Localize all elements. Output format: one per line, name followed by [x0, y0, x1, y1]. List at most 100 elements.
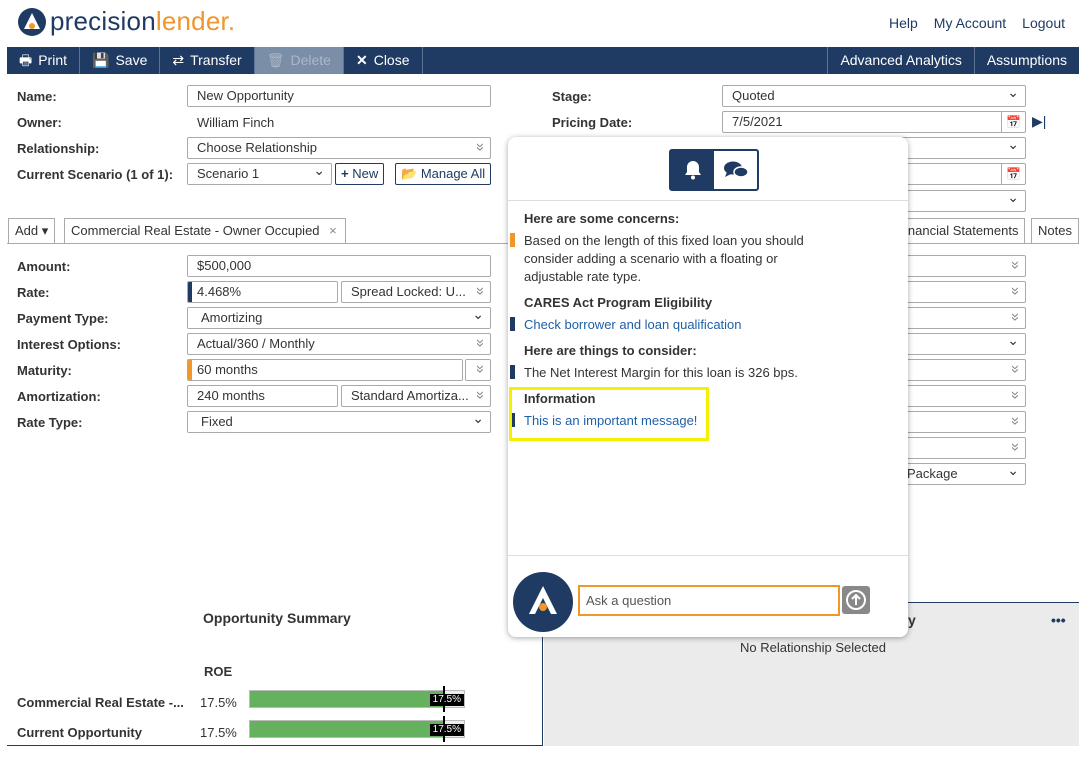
print-button[interactable]: 🖶 Print: [7, 47, 81, 74]
main-toolbar: 🖶 Print 💾 Save ⇄ Transfer 🗑 Delete ✕ Close Ad…: [7, 47, 1079, 74]
caret-down-icon: ▾: [41, 223, 49, 238]
plus-icon: +: [341, 166, 349, 181]
concerns-title: Here are some concerns:: [524, 211, 680, 226]
top-links: Help My Account Logout: [889, 15, 1065, 31]
save-button[interactable]: 💾 Save: [80, 47, 161, 74]
right-select-2[interactable]: [900, 190, 1026, 212]
manage-all-button[interactable]: 📂 Manage All: [395, 163, 492, 185]
right-loan-field-1[interactable]: [900, 255, 1026, 277]
payment-type-select[interactable]: Amortizing: [187, 307, 491, 329]
concern-message: Based on the length of this fixed loan y…: [524, 233, 804, 284]
concern-indicator: [510, 233, 515, 247]
tab-notifications[interactable]: [671, 151, 714, 189]
spread-select[interactable]: Spread Locked: U...: [341, 281, 491, 303]
amortization-type-select[interactable]: Standard Amortiza...: [341, 385, 491, 407]
bell-icon: [684, 161, 701, 180]
delete-button[interactable]: 🗑 Delete: [254, 47, 344, 74]
close-tab-icon[interactable]: ×: [329, 223, 337, 238]
arrow-up-icon: [846, 590, 866, 610]
maturity-field[interactable]: 60 months: [187, 359, 463, 381]
calendar-icon[interactable]: 📅: [1001, 112, 1025, 132]
right-loan-field-5[interactable]: [900, 359, 1026, 381]
scenario-select[interactable]: Scenario 1: [187, 163, 332, 185]
right-loan-field-6[interactable]: [900, 385, 1026, 407]
amount-field[interactable]: $500,000: [187, 255, 491, 277]
amortization-label: Amortization:: [17, 389, 101, 404]
cares-indicator: [510, 317, 515, 331]
right-loan-field-8[interactable]: [900, 437, 1026, 459]
transfer-icon: ⇄: [172, 52, 185, 68]
owner-value: William Finch: [197, 115, 275, 130]
cares-title: CARES Act Program Eligibility: [524, 295, 713, 310]
interest-options-select[interactable]: Actual/360 / Monthly: [187, 333, 491, 355]
owner-label: Owner:: [17, 115, 62, 130]
floppy-icon: 💾: [92, 52, 110, 68]
rate-label: Rate:: [17, 285, 50, 300]
close-button[interactable]: ✕ Close: [344, 47, 423, 74]
more-options-icon[interactable]: •••: [1051, 612, 1066, 628]
summary-row-value-2: 17.5%: [200, 725, 237, 740]
transfer-button[interactable]: ⇄ Transfer: [160, 47, 255, 74]
skip-forward-icon[interactable]: ▶|: [1032, 113, 1046, 130]
panel-tabs: [669, 149, 759, 191]
panel-divider-bottom: [508, 555, 908, 556]
payment-type-label: Payment Type:: [17, 311, 109, 326]
roe-header: ROE: [204, 664, 233, 679]
tab-notes[interactable]: Notes: [1031, 218, 1079, 243]
stage-select[interactable]: Quoted: [722, 85, 1026, 107]
logo-icon: [18, 7, 46, 36]
advanced-analytics-button[interactable]: Advanced Analytics: [827, 47, 973, 74]
consider-message: The Net Interest Margin for this loan is…: [524, 365, 798, 380]
cares-link[interactable]: Check borrower and loan qualification: [524, 316, 742, 334]
assistant-logo-icon: [529, 586, 557, 614]
rate-field[interactable]: 4.468%: [187, 281, 338, 303]
scenario-label: Current Scenario (1 of 1):: [17, 167, 174, 182]
right-loan-field-3[interactable]: [900, 307, 1026, 329]
brand-logo[interactable]: precisionlender.: [18, 6, 235, 37]
assumptions-button[interactable]: Assumptions: [973, 47, 1079, 74]
maturity-indicator: [188, 360, 192, 380]
right-loan-field-2[interactable]: [900, 281, 1026, 303]
close-icon: ✕: [355, 52, 368, 68]
tab-loan[interactable]: Commercial Real Estate - Owner Occupied …: [64, 218, 346, 243]
name-label: Name:: [17, 89, 57, 104]
amortization-field[interactable]: 240 months: [187, 385, 338, 407]
consider-indicator: [510, 365, 515, 379]
interest-options-label: Interest Options:: [17, 337, 122, 352]
roe-bar-fill-1: [250, 691, 443, 707]
tab-financial-statements[interactable]: inancial Statements: [898, 218, 1026, 243]
tab-chat[interactable]: [714, 151, 757, 189]
pricing-date-label: Pricing Date:: [552, 115, 633, 130]
roe-bar-tag-1: 17.5%: [429, 694, 464, 706]
summary-row-label-2: Current Opportunity: [17, 725, 142, 740]
summary-row-label-1: Commercial Real Estate -...: [17, 695, 184, 710]
maturity-label: Maturity:: [17, 363, 72, 378]
trash-icon: 🗑: [266, 52, 285, 68]
panel-divider-top: [508, 200, 908, 201]
name-field[interactable]: New Opportunity: [187, 85, 491, 107]
roe-bar-fill-2: [250, 721, 443, 737]
send-button[interactable]: [842, 586, 870, 614]
help-link[interactable]: Help: [889, 15, 918, 31]
rate-type-select[interactable]: Fixed: [187, 411, 491, 433]
calendar-icon-2[interactable]: 📅: [1001, 164, 1025, 184]
right-select-1[interactable]: [900, 137, 1026, 159]
my-account-link[interactable]: My Account: [934, 15, 1006, 31]
no-relationship-text: No Relationship Selected: [740, 640, 886, 655]
logout-link[interactable]: Logout: [1022, 15, 1065, 31]
add-tab-dropdown[interactable]: Add ▾: [8, 218, 56, 243]
maturity-options-select[interactable]: [465, 359, 491, 381]
new-scenario-button[interactable]: + New: [335, 163, 385, 185]
right-loan-field-4[interactable]: [900, 333, 1026, 355]
assistant-avatar: [513, 572, 573, 632]
right-loan-field-7[interactable]: [900, 411, 1026, 433]
ask-question-input[interactable]: Ask a question: [578, 585, 840, 616]
package-select[interactable]: Package: [900, 463, 1026, 485]
folder-icon: 📂: [401, 166, 418, 181]
relationship-summary-title: y: [908, 612, 916, 628]
consider-title: Here are things to consider:: [524, 343, 697, 358]
roe-bar-tag-2: 17.5%: [429, 724, 464, 736]
pricing-date-field[interactable]: 7/5/2021: [722, 111, 1026, 133]
relationship-select[interactable]: Choose Relationship: [187, 137, 491, 159]
stage-label: Stage:: [552, 89, 592, 104]
